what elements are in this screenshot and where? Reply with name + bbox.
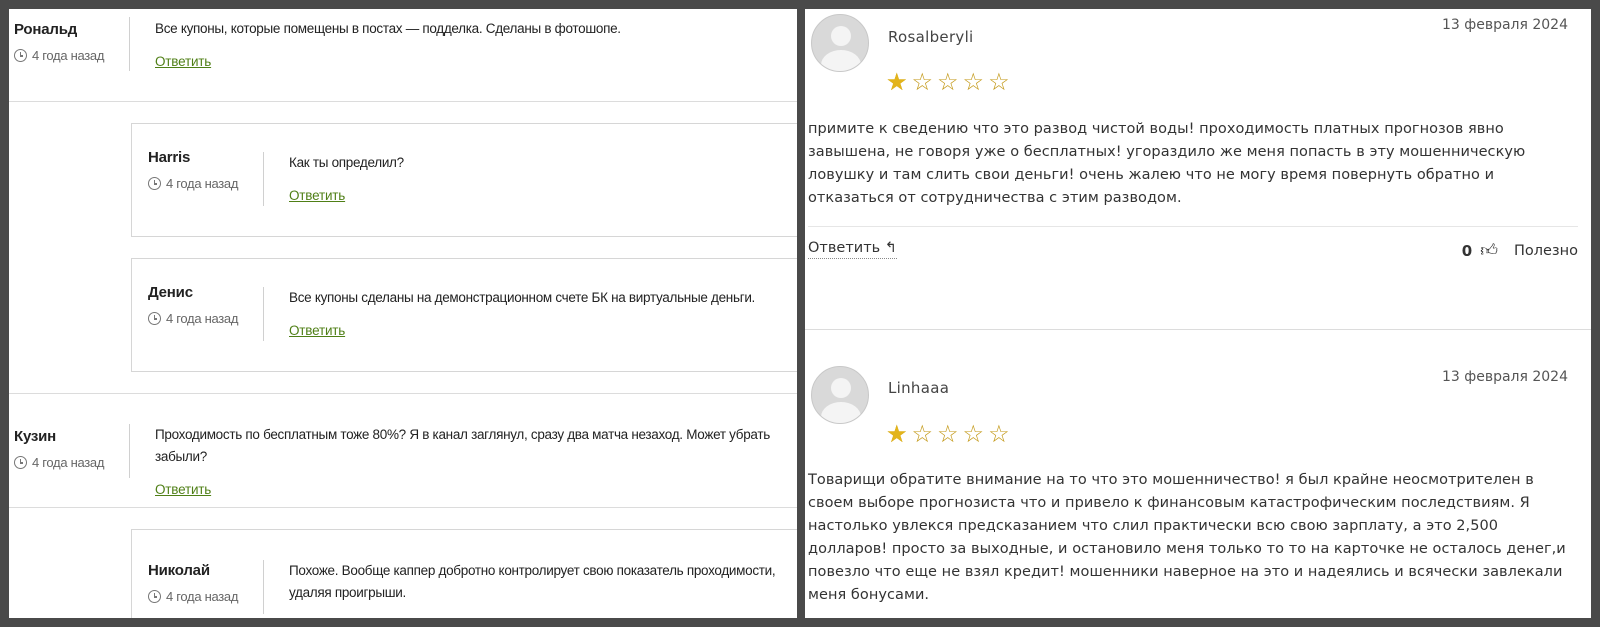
review-card: Rosalberyli 13 февраля 2024 ★ ☆ ☆ ☆ ☆ пр… [805,9,1591,339]
reply-comment: Денис 4 года назад Все купоны сделаны на… [131,258,797,372]
reviews-panel: Rosalberyli 13 февраля 2024 ★ ☆ ☆ ☆ ☆ пр… [805,9,1591,618]
comment-time-label: 4 года назад [166,311,239,326]
clock-icon [148,590,161,603]
avatar [811,366,869,424]
useful-control[interactable]: 0 👍︎ Полезно [1462,240,1578,261]
comment-body: Как ты определил? Ответить [289,152,404,205]
star-empty-icon: ☆ [937,69,959,96]
reply-link[interactable]: Ответить [289,188,345,203]
comment-meta: Денис 4 года назад [148,284,238,326]
comment-body: Проходимость по бесплатным тоже 80%? Я в… [155,424,797,499]
comment-meta: Николай 4 года назад [148,562,238,604]
clock-icon [148,312,161,325]
comment: Кузин 4 года назад Проходимость по беспл… [9,394,797,507]
review-date: 13 февраля 2024 [1441,369,1568,385]
star-empty-icon: ☆ [962,421,985,448]
comment-author: Harris [148,149,191,166]
rating-stars: ★ ☆ ☆ ☆ ☆ [886,71,1010,95]
star-filled-icon: ★ [886,69,908,96]
comment-separator [9,101,797,102]
review-text: примите к сведению что это развод чистой… [808,121,1526,206]
comment-time-label: 4 года назад [32,455,105,470]
comment-meta: Harris 4 года назад [148,149,238,191]
comment-time: 4 года назад [148,589,238,604]
star-empty-icon: ☆ [988,421,1010,448]
comment-meta: Рональд 4 года назад [14,21,104,63]
star-empty-icon: ☆ [911,69,934,96]
comment-divider [129,424,130,478]
comment-time-label: 4 года назад [166,176,239,191]
reply-button[interactable]: Ответить ↰ [808,240,897,259]
comment-time-label: 4 года назад [32,48,105,63]
comment-divider [263,287,264,341]
star-filled-icon: ★ [886,421,908,448]
review-text: Товарищи обратите внимание на то что это… [808,472,1566,603]
comment-meta: Кузин 4 года назад [14,428,104,470]
reply-link[interactable]: Ответить [289,323,345,338]
comment-time: 4 года назад [148,176,238,191]
review-card: Linhaaa 13 февраля 2024 ★ ☆ ☆ ☆ ☆ Товари… [805,339,1591,618]
comment-text: Все купоны, которые помещены в постах — … [155,21,621,36]
review-divider [808,226,1578,227]
clock-icon [14,49,27,62]
comment-text: Проходимость по бесплатным тоже 80%? Я в… [155,427,770,464]
comment-time-label: 4 года назад [166,589,239,604]
clock-icon [148,177,161,190]
comments-panel: Рональд 4 года назад Все купоны, которые… [9,9,797,618]
reply-comment: Harris 4 года назад Как ты определил? От… [131,123,797,237]
clock-icon [14,456,27,469]
comment-time: 4 года назад [14,48,104,63]
star-empty-icon: ☆ [962,69,985,96]
comment-divider [129,17,130,71]
comment-divider [263,152,264,206]
comment-author: Кузин [14,428,57,445]
comment-body: Все купоны, которые помещены в постах — … [155,18,621,71]
avatar [811,14,869,72]
comment-text: Все купоны сделаны на демонстрационном с… [289,290,756,305]
reply-link[interactable]: Ответить [155,482,211,497]
useful-label: Полезно [1513,242,1578,259]
reply-comment: Николай 4 года назад Похоже. Вообще капп… [131,529,797,618]
comment-text: Как ты определил? [289,155,404,170]
comment-time: 4 года назад [14,455,104,470]
useful-count: 0 [1461,241,1473,260]
comment-author: Николай [148,562,210,579]
comment-body: Все купоны сделаны на демонстрационном с… [289,287,755,340]
comment-author: Денис [148,284,193,301]
review-author: Rosalberyli [888,28,974,46]
star-empty-icon: ☆ [911,421,934,448]
reply-link[interactable]: Ответить [155,54,211,69]
comment-divider [263,560,264,614]
star-empty-icon: ☆ [988,69,1010,96]
thumbs-up-icon[interactable]: 👍︎ [1480,240,1498,261]
comment: Рональд 4 года назад Все купоны, которые… [9,9,797,101]
review-separator [805,329,1591,330]
review-date: 13 февраля 2024 [1441,17,1568,33]
star-empty-icon: ☆ [937,421,959,448]
comment-text: Похоже. Вообще каппер добротно контролир… [289,563,776,600]
rating-stars: ★ ☆ ☆ ☆ ☆ [886,423,1010,447]
review-author: Linhaaa [888,379,950,397]
comment-author: Рональд [14,21,78,38]
comment-body: Похоже. Вообще каппер добротно контролир… [289,560,789,604]
comment-separator [9,507,797,508]
comment-time: 4 года назад [148,311,238,326]
